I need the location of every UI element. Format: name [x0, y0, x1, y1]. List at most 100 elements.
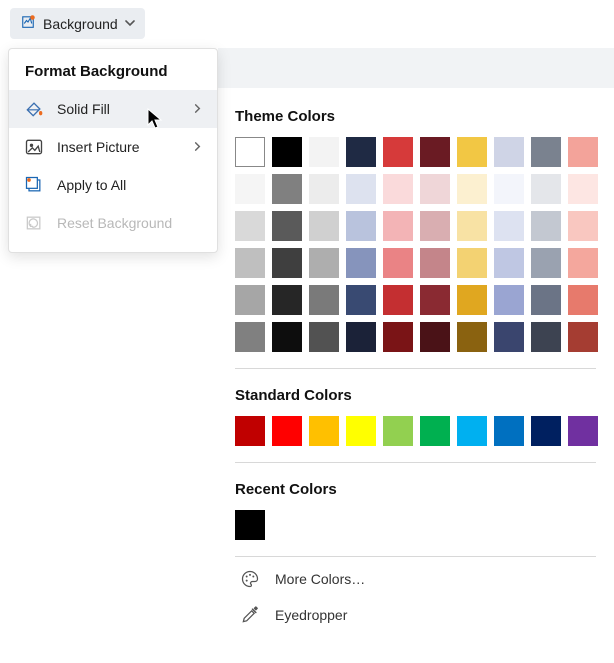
color-swatch[interactable]	[457, 211, 487, 241]
color-swatch[interactable]	[531, 416, 561, 446]
color-swatch[interactable]	[420, 322, 450, 352]
color-swatch[interactable]	[531, 285, 561, 315]
menu-title: Format Background	[9, 57, 217, 90]
color-swatch[interactable]	[272, 322, 302, 352]
more-colors-label: More Colors…	[275, 571, 365, 587]
color-swatch[interactable]	[568, 211, 598, 241]
eyedropper-item[interactable]: Eyedropper	[225, 593, 606, 629]
color-swatch[interactable]	[420, 416, 450, 446]
color-swatch[interactable]	[383, 416, 413, 446]
color-swatch[interactable]	[309, 137, 339, 167]
color-swatch[interactable]	[346, 248, 376, 278]
color-swatch[interactable]	[568, 248, 598, 278]
apply-to-all-label: Apply to All	[57, 177, 126, 193]
color-swatch[interactable]	[309, 211, 339, 241]
color-swatch[interactable]	[235, 510, 265, 540]
color-swatch[interactable]	[420, 137, 450, 167]
color-swatch[interactable]	[457, 174, 487, 204]
color-swatch[interactable]	[531, 248, 561, 278]
color-swatch[interactable]	[235, 174, 265, 204]
color-swatch[interactable]	[457, 137, 487, 167]
standard-swatch-row	[225, 416, 606, 446]
apply-all-icon	[23, 174, 45, 196]
solid-fill-label: Solid Fill	[57, 101, 110, 117]
color-swatch[interactable]	[383, 322, 413, 352]
color-swatch[interactable]	[457, 322, 487, 352]
color-swatch[interactable]	[309, 416, 339, 446]
color-swatch[interactable]	[420, 211, 450, 241]
more-colors-item[interactable]: More Colors…	[225, 557, 606, 593]
color-swatch[interactable]	[309, 322, 339, 352]
color-swatch[interactable]	[346, 174, 376, 204]
color-swatch[interactable]	[272, 248, 302, 278]
color-swatch[interactable]	[568, 416, 598, 446]
color-swatch[interactable]	[346, 137, 376, 167]
color-swatch[interactable]	[568, 285, 598, 315]
apply-to-all-item[interactable]: Apply to All	[9, 166, 217, 204]
background-button[interactable]: Background	[10, 8, 145, 39]
insert-picture-item[interactable]: Insert Picture	[9, 128, 217, 166]
color-swatch[interactable]	[531, 174, 561, 204]
color-swatch[interactable]	[235, 416, 265, 446]
color-swatch[interactable]	[457, 416, 487, 446]
color-swatch[interactable]	[531, 137, 561, 167]
color-flyout: Theme Colors Standard Colors Recent Colo…	[225, 88, 606, 629]
eyedropper-label: Eyedropper	[275, 607, 347, 623]
color-swatch[interactable]	[494, 248, 524, 278]
chevron-down-icon	[124, 16, 136, 32]
color-swatch[interactable]	[383, 137, 413, 167]
color-swatch[interactable]	[235, 285, 265, 315]
color-swatch[interactable]	[494, 416, 524, 446]
color-swatch[interactable]	[272, 285, 302, 315]
color-swatch[interactable]	[494, 137, 524, 167]
color-swatch[interactable]	[457, 285, 487, 315]
picture-icon	[23, 136, 45, 158]
color-swatch[interactable]	[346, 416, 376, 446]
color-swatch[interactable]	[272, 416, 302, 446]
color-swatch[interactable]	[272, 174, 302, 204]
divider	[235, 368, 596, 369]
color-swatch[interactable]	[457, 248, 487, 278]
color-swatch[interactable]	[420, 248, 450, 278]
color-swatch[interactable]	[568, 174, 598, 204]
color-swatch[interactable]	[531, 322, 561, 352]
color-swatch[interactable]	[420, 174, 450, 204]
color-swatch[interactable]	[235, 211, 265, 241]
color-swatch[interactable]	[494, 174, 524, 204]
color-swatch[interactable]	[494, 322, 524, 352]
theme-colors-title: Theme Colors	[235, 108, 606, 125]
color-swatch[interactable]	[309, 248, 339, 278]
reset-background-item: Reset Background	[9, 204, 217, 242]
color-swatch[interactable]	[235, 137, 265, 167]
background-label: Background	[43, 16, 118, 32]
color-swatch[interactable]	[272, 137, 302, 167]
color-swatch[interactable]	[568, 322, 598, 352]
paint-bucket-icon	[23, 98, 45, 120]
color-swatch[interactable]	[346, 211, 376, 241]
color-swatch[interactable]	[383, 248, 413, 278]
eyedropper-icon	[239, 605, 261, 625]
color-swatch[interactable]	[494, 211, 524, 241]
reset-background-label: Reset Background	[57, 215, 172, 231]
theme-swatch-grid	[225, 137, 606, 352]
color-swatch[interactable]	[346, 322, 376, 352]
color-swatch[interactable]	[272, 211, 302, 241]
solid-fill-item[interactable]: Solid Fill	[9, 90, 217, 128]
color-swatch[interactable]	[235, 248, 265, 278]
header-strip	[218, 48, 614, 88]
color-swatch[interactable]	[494, 285, 524, 315]
palette-icon	[239, 569, 261, 589]
color-swatch[interactable]	[309, 174, 339, 204]
color-swatch[interactable]	[235, 322, 265, 352]
color-swatch[interactable]	[309, 285, 339, 315]
color-swatch[interactable]	[346, 285, 376, 315]
color-swatch[interactable]	[568, 137, 598, 167]
color-swatch[interactable]	[383, 285, 413, 315]
color-swatch[interactable]	[383, 174, 413, 204]
standard-colors-title: Standard Colors	[235, 387, 606, 404]
color-swatch[interactable]	[420, 285, 450, 315]
reset-icon	[23, 212, 45, 234]
color-swatch[interactable]	[531, 211, 561, 241]
color-swatch[interactable]	[383, 211, 413, 241]
recent-swatch-row	[225, 510, 606, 540]
